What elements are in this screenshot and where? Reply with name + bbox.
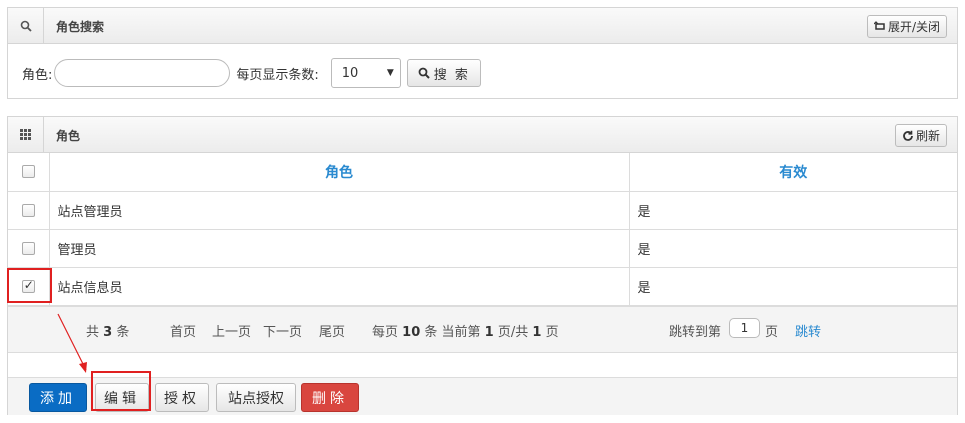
annotation-arrow — [57, 313, 87, 373]
